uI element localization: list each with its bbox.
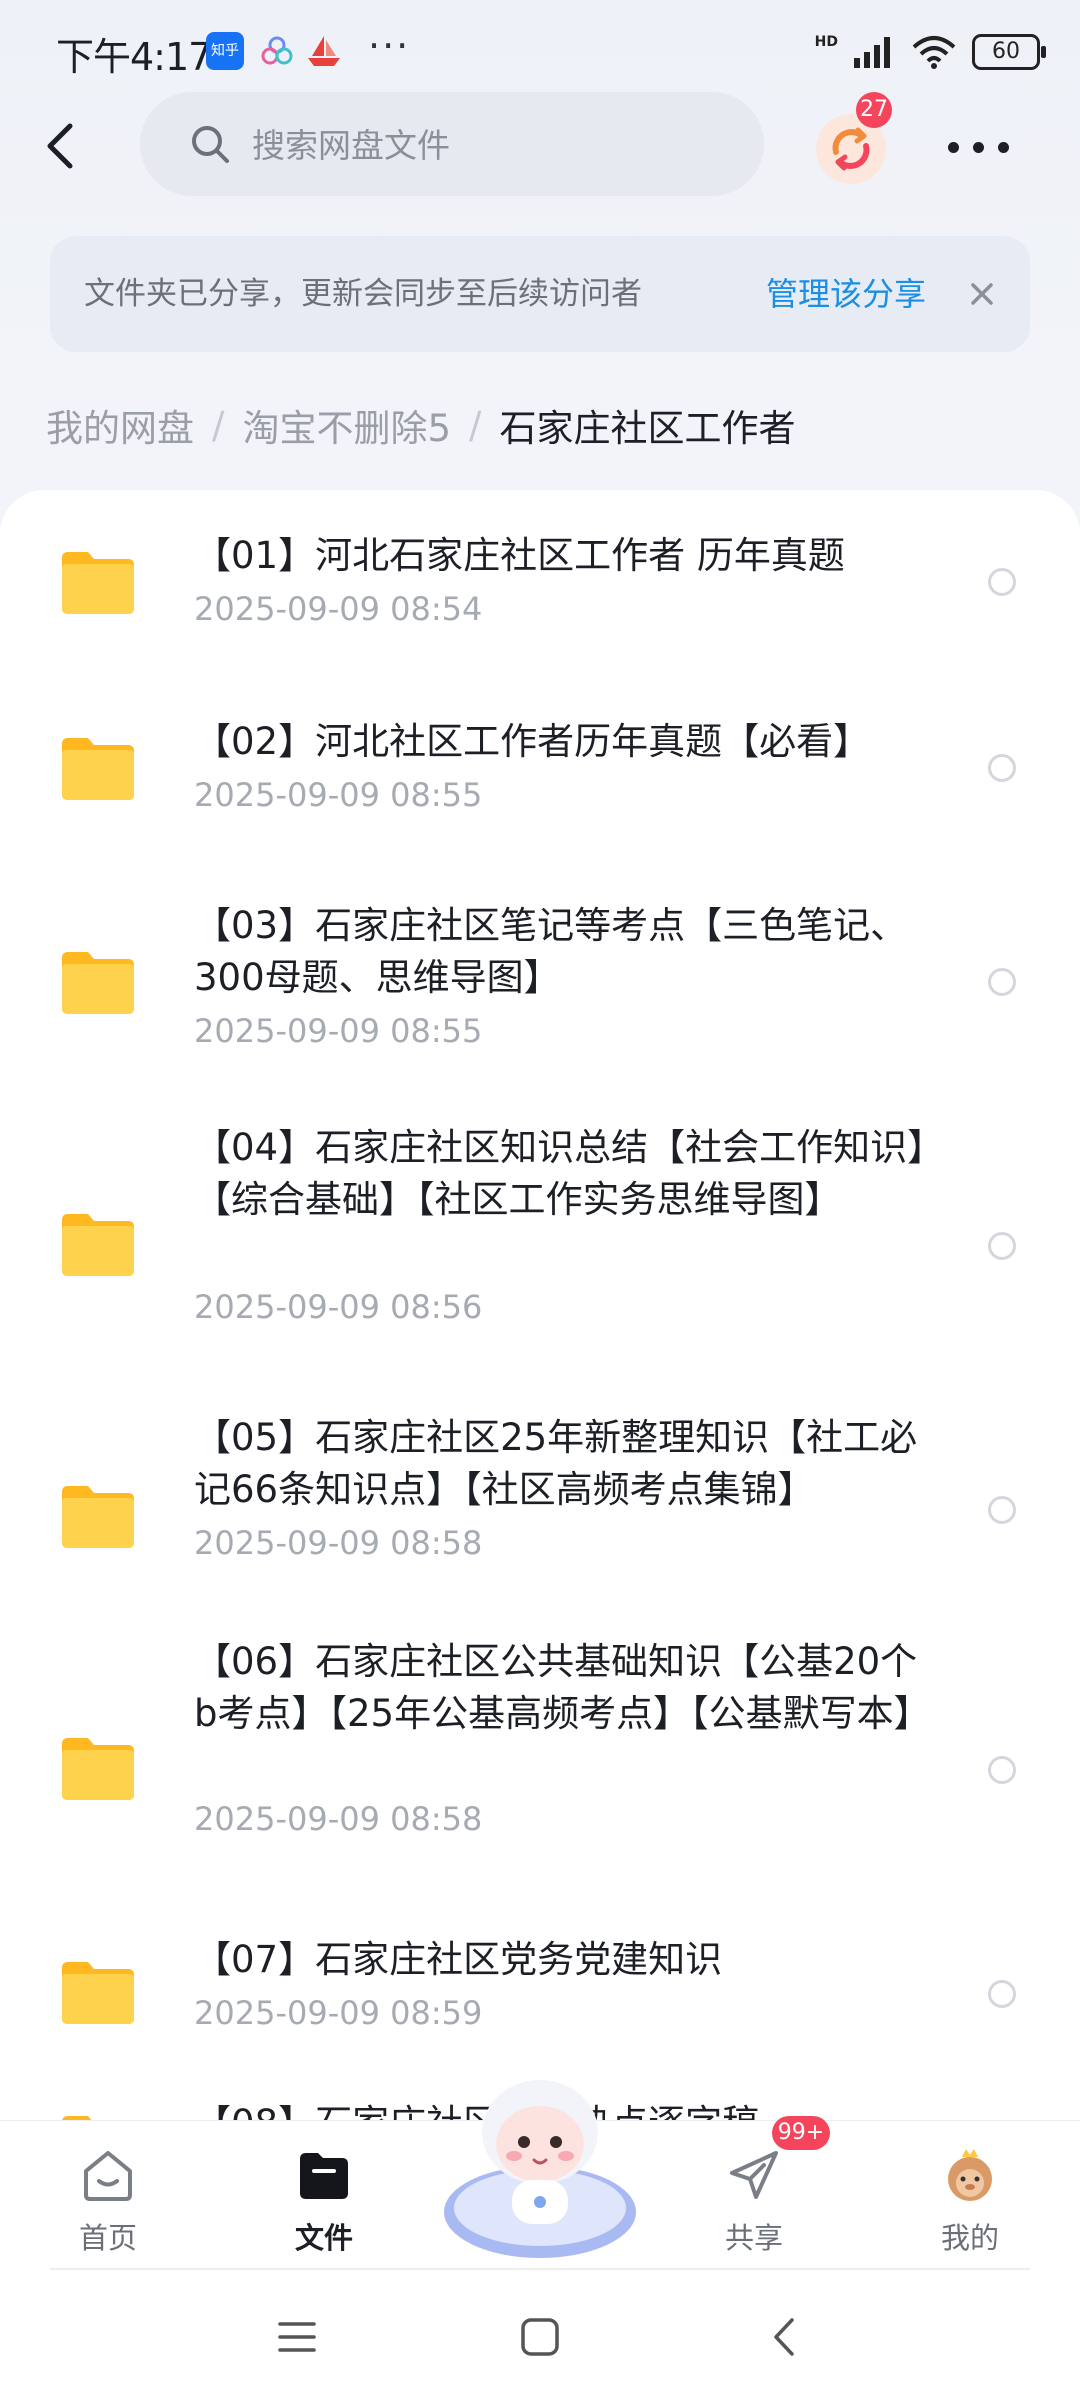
- close-icon: [971, 283, 993, 305]
- file-row[interactable]: 【01】河北石家庄社区工作者 历年真题 2025-09-09 08:54: [0, 490, 1080, 676]
- boat-app-icon: [304, 32, 342, 70]
- more-dot: [973, 142, 984, 153]
- file-name: 【07】石家庄社区党务党建知识: [194, 1938, 723, 1981]
- nav-files[interactable]: 文件: [254, 2131, 394, 2261]
- wifi-icon: [912, 36, 956, 69]
- breadcrumb: 我的网盘 / 淘宝不删除5 / 石家庄社区工作者: [46, 390, 795, 460]
- folder-icon: [62, 1486, 134, 1548]
- chevron-left-icon: [47, 123, 73, 169]
- nav-files-label: 文件: [294, 2221, 353, 2255]
- home-icon: [84, 2151, 132, 2201]
- folder-icon: [62, 1738, 134, 1800]
- ai-assistant-mascot-button[interactable]: [440, 2062, 640, 2262]
- select-checkbox[interactable]: [988, 1232, 1016, 1260]
- breadcrumb-root[interactable]: 我的网盘: [46, 398, 194, 452]
- select-checkbox[interactable]: [988, 1980, 1016, 2008]
- select-checkbox[interactable]: [988, 968, 1016, 996]
- file-row[interactable]: 【02】河北社区工作者历年真题【必看】 2025-09-09 08:55: [0, 676, 1080, 862]
- nav-mine-label: 我的: [940, 2221, 999, 2255]
- folder-icon: [62, 952, 134, 1014]
- nav-home-label: 首页: [78, 2221, 137, 2255]
- file-list: 【01】河北石家庄社区工作者 历年真题 2025-09-09 08:54 【02…: [0, 490, 1080, 2120]
- select-checkbox[interactable]: [988, 1756, 1016, 1784]
- folder-icon: [62, 738, 134, 800]
- file-date: 2025-09-09 08:58: [194, 1524, 483, 1562]
- file-row[interactable]: 【05】石家庄社区25年新整理知识【社工必记66条知识点】【社区高频考点集锦】 …: [0, 1390, 1080, 1626]
- search-bar[interactable]: [140, 92, 764, 198]
- file-name: 【04】石家庄社区知识总结【社会工作知识】【综合基础】【社区工作实务思维导图】: [194, 1126, 926, 1221]
- folder-icon: [62, 1214, 134, 1276]
- nav-home[interactable]: 首页: [38, 2131, 178, 2261]
- select-checkbox[interactable]: [988, 1496, 1016, 1524]
- paper-plane-icon: [730, 2151, 778, 2199]
- home-square-icon[interactable]: [515, 2312, 565, 2362]
- file-name: 【01】河北石家庄社区工作者 历年真题: [194, 534, 845, 577]
- file-name: 【02】河北社区工作者历年真题【必看】: [194, 720, 871, 763]
- system-nav-bar: [0, 2270, 1080, 2400]
- share-notice-text: 文件夹已分享，更新会同步至后续访问者: [84, 276, 642, 312]
- status-indicators: HD 60: [814, 30, 1046, 74]
- file-date: 2025-09-09 08:59: [194, 1994, 483, 2032]
- back-button[interactable]: [30, 114, 94, 178]
- file-name: 【06】石家庄社区公共基础知识【公基20个b考点】【25年公基高频考点】【公基默…: [194, 1640, 931, 1735]
- share-notice-banner: 文件夹已分享，更新会同步至后续访问者 管理该分享: [50, 236, 1030, 352]
- file-row[interactable]: 【06】石家庄社区公共基础知识【公基20个b考点】【25年公基高频考点】【公基默…: [0, 1626, 1080, 1910]
- search-icon: [192, 126, 229, 163]
- system-back-icon[interactable]: [760, 2312, 810, 2362]
- file-date: 2025-09-09 08:55: [194, 776, 483, 814]
- top-bar: 27: [0, 92, 1080, 202]
- more-dot: [948, 142, 959, 153]
- breadcrumb-current: 石家庄社区工作者: [499, 407, 796, 450]
- file-name: 【03】石家庄社区笔记等考点【三色笔记、300母题、思维导图】: [194, 904, 908, 999]
- status-time: 下午4:17: [56, 35, 212, 79]
- file-row[interactable]: 【07】石家庄社区党务党建知识 2025-09-09 08:59: [0, 1910, 1080, 2082]
- mascot-icon: [444, 2080, 636, 2258]
- notice-close-button[interactable]: [962, 274, 1002, 314]
- status-more-icon: ···: [368, 24, 411, 68]
- file-name: 【05】石家庄社区25年新整理知识【社工必记66条知识点】【社区高频考点集锦】: [194, 1416, 918, 1511]
- file-row[interactable]: 【04】石家庄社区知识总结【社会工作知识】【综合基础】【社区工作实务思维导图】 …: [0, 1102, 1080, 1390]
- share-count-badge: 99+: [772, 2116, 830, 2150]
- manage-share-link[interactable]: 管理该分享: [766, 236, 926, 352]
- nav-share-label: 共享: [724, 2221, 783, 2255]
- file-date: 2025-09-09 08:54: [194, 590, 483, 628]
- sync-count-badge: 27: [856, 92, 892, 128]
- folder-icon: [62, 2116, 92, 2120]
- network-type-label: HD: [814, 34, 838, 50]
- file-date: 2025-09-09 08:55: [194, 1012, 483, 1050]
- zhihu-app-icon: 知乎: [206, 32, 244, 70]
- breadcrumb-separator: /: [212, 403, 225, 447]
- select-checkbox[interactable]: [988, 754, 1016, 782]
- breadcrumb-separator: /: [469, 403, 482, 447]
- signal-icon: [854, 37, 890, 68]
- file-row[interactable]: 【03】石家庄社区笔记等考点【三色笔记、300母题、思维导图】 2025-09-…: [0, 862, 1080, 1102]
- select-checkbox[interactable]: [988, 568, 1016, 596]
- more-dot: [998, 142, 1009, 153]
- breadcrumb-parent[interactable]: 淘宝不删除5: [242, 398, 451, 452]
- folder-icon: [62, 1962, 134, 2024]
- folder-icon: [300, 2153, 348, 2199]
- folder-icon: [62, 552, 134, 614]
- status-bar: 下午4:17 知乎 ··· HD 60: [0, 0, 1080, 100]
- nav-share[interactable]: 共享: [684, 2131, 824, 2261]
- file-date: 2025-09-09 08:56: [194, 1288, 483, 1326]
- recent-apps-icon[interactable]: [272, 2312, 322, 2362]
- search-input[interactable]: [250, 92, 734, 198]
- more-options-button[interactable]: [944, 122, 1014, 172]
- file-date: 2025-09-09 08:58: [194, 1800, 483, 1838]
- avatar-icon: [948, 2149, 992, 2201]
- nav-mine[interactable]: 我的: [900, 2131, 1040, 2261]
- battery-icon: 60: [972, 34, 1046, 70]
- app-notification-icon: [258, 32, 296, 70]
